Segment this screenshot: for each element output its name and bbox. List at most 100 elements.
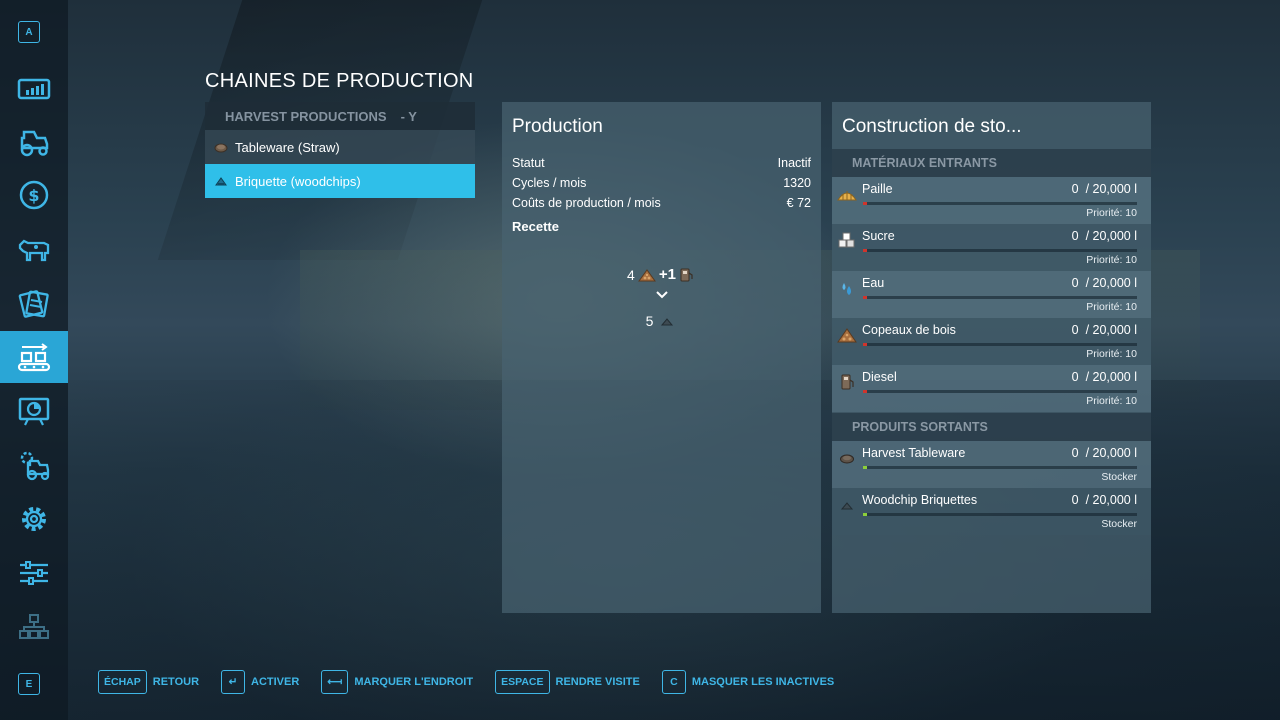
- fill-level-mark: [863, 466, 867, 469]
- finances-icon: $: [19, 180, 49, 210]
- amount-capacity: / 20,000 l: [1085, 370, 1137, 384]
- sidebar: A $ E: [0, 0, 68, 720]
- contracts-icon: [18, 290, 49, 318]
- diesel-icon: [837, 372, 857, 392]
- water-icon: [837, 278, 857, 298]
- production-panel: Production Statut Inactif Cycles / mois …: [502, 102, 821, 613]
- hint-mark-location[interactable]: ⟻ MARQUER L'ENDROIT: [321, 670, 473, 694]
- recipe-input-1-qty: 4: [627, 266, 635, 283]
- material-priority[interactable]: Priorité: 10: [1086, 254, 1137, 266]
- material-priority[interactable]: Priorité: 10: [1086, 301, 1137, 313]
- key-hint-a[interactable]: A: [18, 21, 40, 43]
- hint-label-activate[interactable]: ACTIVER: [251, 676, 299, 688]
- recipe-output: 5: [502, 313, 821, 329]
- stat-label: Coûts de production / mois: [512, 196, 661, 210]
- briquette-icon: [213, 173, 229, 189]
- chevron-down-icon: [655, 291, 668, 299]
- sidebar-item-settings[interactable]: [0, 493, 68, 545]
- help-icon: [18, 397, 50, 426]
- output-mode[interactable]: Stocker: [1101, 471, 1137, 483]
- briquette-icon: [837, 495, 857, 515]
- hint-label-mark-location[interactable]: MARQUER L'ENDROIT: [354, 676, 473, 688]
- list-header: HARVEST PRODUCTIONS - Y: [205, 102, 475, 130]
- sidebar-item-finances[interactable]: $: [0, 169, 68, 221]
- material-priority[interactable]: Priorité: 10: [1086, 348, 1137, 360]
- hint-label-back[interactable]: RETOUR: [153, 676, 199, 688]
- input-row-sugar: Sucre 0 / 20,000 l Priorité: 10: [832, 224, 1151, 271]
- key-hint-e[interactable]: E: [18, 673, 40, 695]
- material-name: Woodchip Briquettes: [862, 493, 978, 507]
- amount-value: 0: [1071, 370, 1079, 384]
- animals-icon: [18, 239, 50, 262]
- material-amount: 0 / 20,000 l: [1072, 493, 1137, 507]
- sidebar-item-controls[interactable]: [0, 547, 68, 599]
- key-c[interactable]: C: [661, 670, 686, 694]
- sidebar-item-help[interactable]: [0, 385, 68, 437]
- hint-label-hide-inactive[interactable]: MASQUER LES INACTIVES: [692, 676, 834, 688]
- input-row-water: Eau 0 / 20,000 l Priorité: 10: [832, 271, 1151, 318]
- material-amount: 0 / 20,000 l: [1072, 229, 1137, 243]
- amount-value: 0: [1071, 276, 1079, 290]
- recipe-label: Recette: [512, 219, 559, 234]
- key-escape[interactable]: ÉCHAP: [98, 670, 147, 694]
- fill-level-mark: [863, 390, 867, 393]
- settings-icon: [22, 507, 46, 531]
- vehicles-icon: [20, 130, 49, 157]
- woodchips-icon: [637, 268, 656, 281]
- key-enter[interactable]: ↵: [221, 670, 246, 694]
- sidebar-item-vehicles[interactable]: [0, 116, 68, 168]
- fill-level-bar: [863, 466, 1137, 469]
- production-chains-icon: [17, 343, 51, 372]
- sugar-icon: [837, 231, 857, 251]
- sidebar-item-prices[interactable]: [0, 63, 68, 115]
- material-name: Copeaux de bois: [862, 323, 956, 337]
- garage-icon: [20, 451, 50, 481]
- map-overview-icon: [19, 614, 49, 639]
- list-item-label: Tableware (Straw): [235, 139, 340, 155]
- material-priority[interactable]: Priorité: 10: [1086, 207, 1137, 219]
- material-priority[interactable]: Priorité: 10: [1086, 395, 1137, 407]
- hint-hide-inactive[interactable]: C MASQUER LES INACTIVES: [661, 670, 834, 694]
- prices-icon: [17, 78, 51, 100]
- material-name: Harvest Tableware: [862, 446, 966, 460]
- hint-visit[interactable]: ESPACE RENDRE VISITE: [495, 670, 640, 694]
- output-mode[interactable]: Stocker: [1101, 518, 1137, 530]
- material-amount: 0 / 20,000 l: [1072, 182, 1137, 196]
- material-name: Diesel: [862, 370, 897, 384]
- hint-activate[interactable]: ↵ ACTIVER: [221, 670, 299, 694]
- key-backspace[interactable]: ⟻: [321, 670, 349, 694]
- key-space[interactable]: ESPACE: [495, 670, 550, 694]
- storage-panel-title: Construction de sto...: [842, 116, 1022, 137]
- list-header-suffix: - Y: [400, 108, 417, 124]
- fill-level-mark: [863, 343, 867, 346]
- svg-text:$: $: [28, 186, 39, 205]
- sidebar-item-production-chains[interactable]: [0, 331, 68, 383]
- material-name: Eau: [862, 276, 885, 290]
- fill-level-bar: [863, 390, 1137, 393]
- amount-capacity: / 20,000 l: [1085, 276, 1137, 290]
- fill-level-mark: [863, 296, 867, 299]
- amount-capacity: / 20,000 l: [1085, 493, 1137, 507]
- material-amount: 0 / 20,000 l: [1072, 370, 1137, 384]
- sidebar-item-garage[interactable]: [0, 439, 68, 491]
- production-list: HARVEST PRODUCTIONS - Y Tableware (Straw…: [205, 102, 475, 198]
- sidebar-item-animals[interactable]: [0, 223, 68, 275]
- amount-value: 0: [1071, 323, 1079, 337]
- stat-value: € 72: [786, 196, 811, 210]
- stat-row-cycles: Cycles / mois 1320: [512, 176, 811, 190]
- list-item-tableware[interactable]: Tableware (Straw): [205, 130, 475, 164]
- page-title: CHAINES DE PRODUCTION: [205, 70, 474, 92]
- material-name: Paille: [862, 182, 893, 196]
- amount-capacity: / 20,000 l: [1085, 182, 1137, 196]
- outputs-section-header: PRODUITS SORTANTS: [832, 413, 1151, 441]
- amount-capacity: / 20,000 l: [1085, 446, 1137, 460]
- recipe-arrow: [502, 290, 821, 300]
- list-item-label: Briquette (woodchips): [235, 173, 361, 189]
- list-item-briquette[interactable]: Briquette (woodchips): [205, 164, 475, 198]
- hint-label-visit[interactable]: RENDRE VISITE: [556, 676, 640, 688]
- sidebar-item-contracts[interactable]: [0, 277, 68, 329]
- amount-value: 0: [1071, 229, 1079, 243]
- amount-capacity: / 20,000 l: [1085, 323, 1137, 337]
- hint-back[interactable]: ÉCHAP RETOUR: [98, 670, 199, 694]
- sidebar-item-map-overview[interactable]: [0, 601, 68, 653]
